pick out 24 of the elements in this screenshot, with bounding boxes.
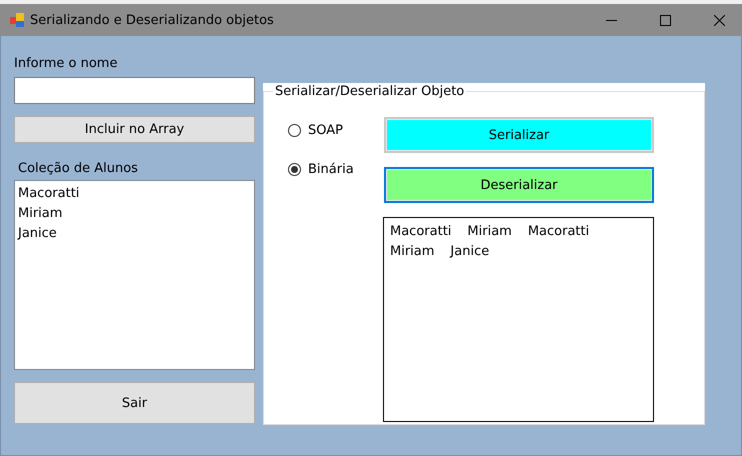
app-icon	[10, 13, 24, 27]
list-label: Coleção de Alunos	[18, 161, 139, 176]
list-item[interactable]: Macoratti	[18, 184, 251, 204]
radio-option[interactable]: Binária	[288, 162, 358, 177]
list-item[interactable]: Miriam	[18, 204, 251, 224]
radio-option[interactable]: SOAP	[288, 123, 358, 138]
close-icon[interactable]	[714, 14, 724, 26]
add-button[interactable]: Incluir no Array	[14, 116, 255, 143]
deserialize-button[interactable]: Deserializar	[384, 167, 654, 203]
output-word: Miriam	[390, 243, 434, 261]
output-word: Janice	[450, 243, 490, 261]
output-word: Macoratti	[528, 223, 590, 241]
output-word: Miriam	[467, 223, 512, 241]
name-field[interactable]	[14, 77, 255, 104]
radio-icon[interactable]	[288, 124, 301, 137]
maximize-icon[interactable]	[660, 14, 670, 26]
serialize-button[interactable]: Serializar	[384, 117, 654, 153]
radio-icon[interactable]	[288, 163, 301, 176]
name-label: Informe o nome	[14, 56, 118, 71]
group-title: Serializar/Deserializar Objeto	[273, 83, 466, 101]
window-title: Serializando e Deserializando objetos	[30, 12, 275, 28]
list-item[interactable]: Janice	[18, 224, 251, 244]
output-word: Macoratti	[390, 223, 452, 241]
exit-button[interactable]: Sair	[14, 382, 255, 424]
